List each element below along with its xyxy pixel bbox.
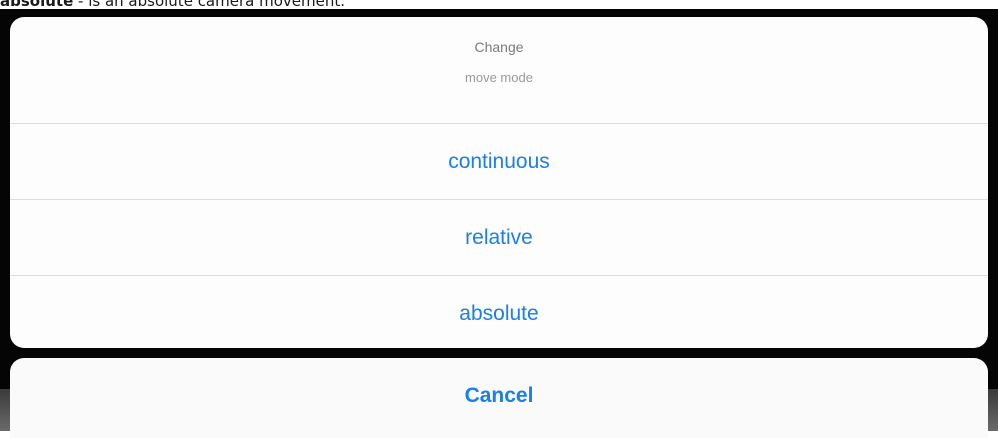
action-sheet-title: Change — [474, 39, 524, 55]
cancel-button[interactable]: Cancel — [10, 358, 988, 438]
document-caption: absolute - is an absolute camera movemen… — [0, 0, 345, 9]
absolute-option-button[interactable]: absolute — [10, 276, 988, 348]
action-sheet: Change move mode continuous relative abs… — [10, 17, 988, 348]
phone-screen: Change move mode continuous relative abs… — [0, 9, 998, 438]
action-sheet-message: move mode — [465, 70, 533, 85]
action-sheet-header: Change move mode — [10, 17, 988, 124]
relative-option-button[interactable]: relative — [10, 200, 988, 276]
continuous-option-button[interactable]: continuous — [10, 124, 988, 200]
